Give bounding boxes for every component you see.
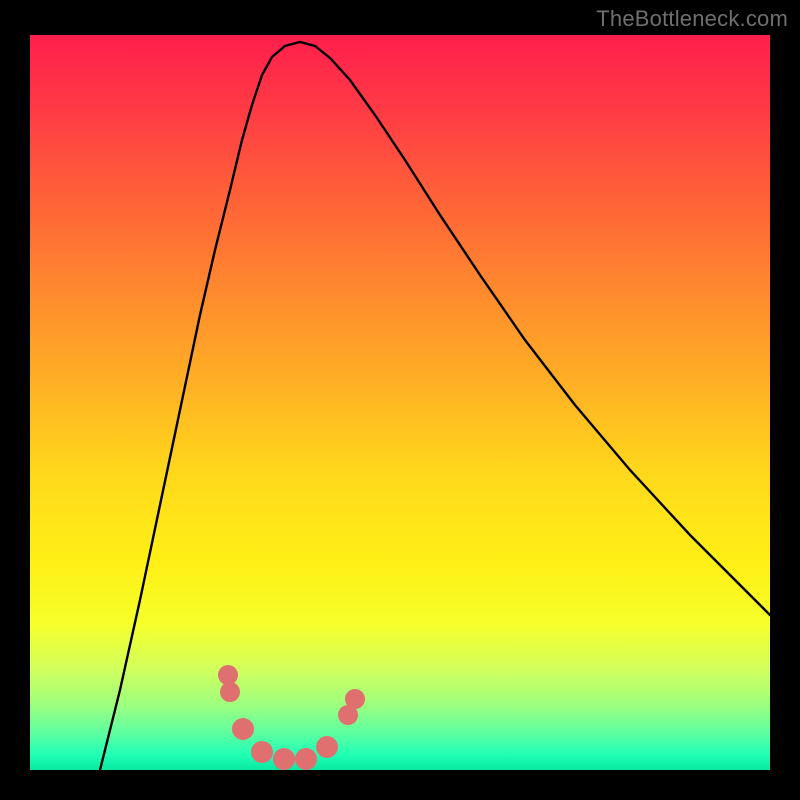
chart-svg bbox=[30, 35, 770, 770]
left-inner-bead bbox=[232, 718, 254, 740]
bottom-bead-2 bbox=[273, 748, 295, 770]
watermark-text: TheBottleneck.com bbox=[596, 6, 788, 32]
right-outer-bead2 bbox=[345, 689, 365, 709]
left-outer-bead2 bbox=[220, 682, 240, 702]
chart-frame: TheBottleneck.com bbox=[0, 0, 800, 800]
bottom-bead-3 bbox=[295, 748, 317, 770]
plot-area bbox=[30, 35, 770, 770]
bottleneck-curve bbox=[100, 42, 770, 770]
bead-group bbox=[218, 665, 365, 770]
bottom-bead-1 bbox=[251, 741, 273, 763]
right-inner-bead bbox=[316, 736, 338, 758]
left-outer-bead bbox=[218, 665, 238, 685]
